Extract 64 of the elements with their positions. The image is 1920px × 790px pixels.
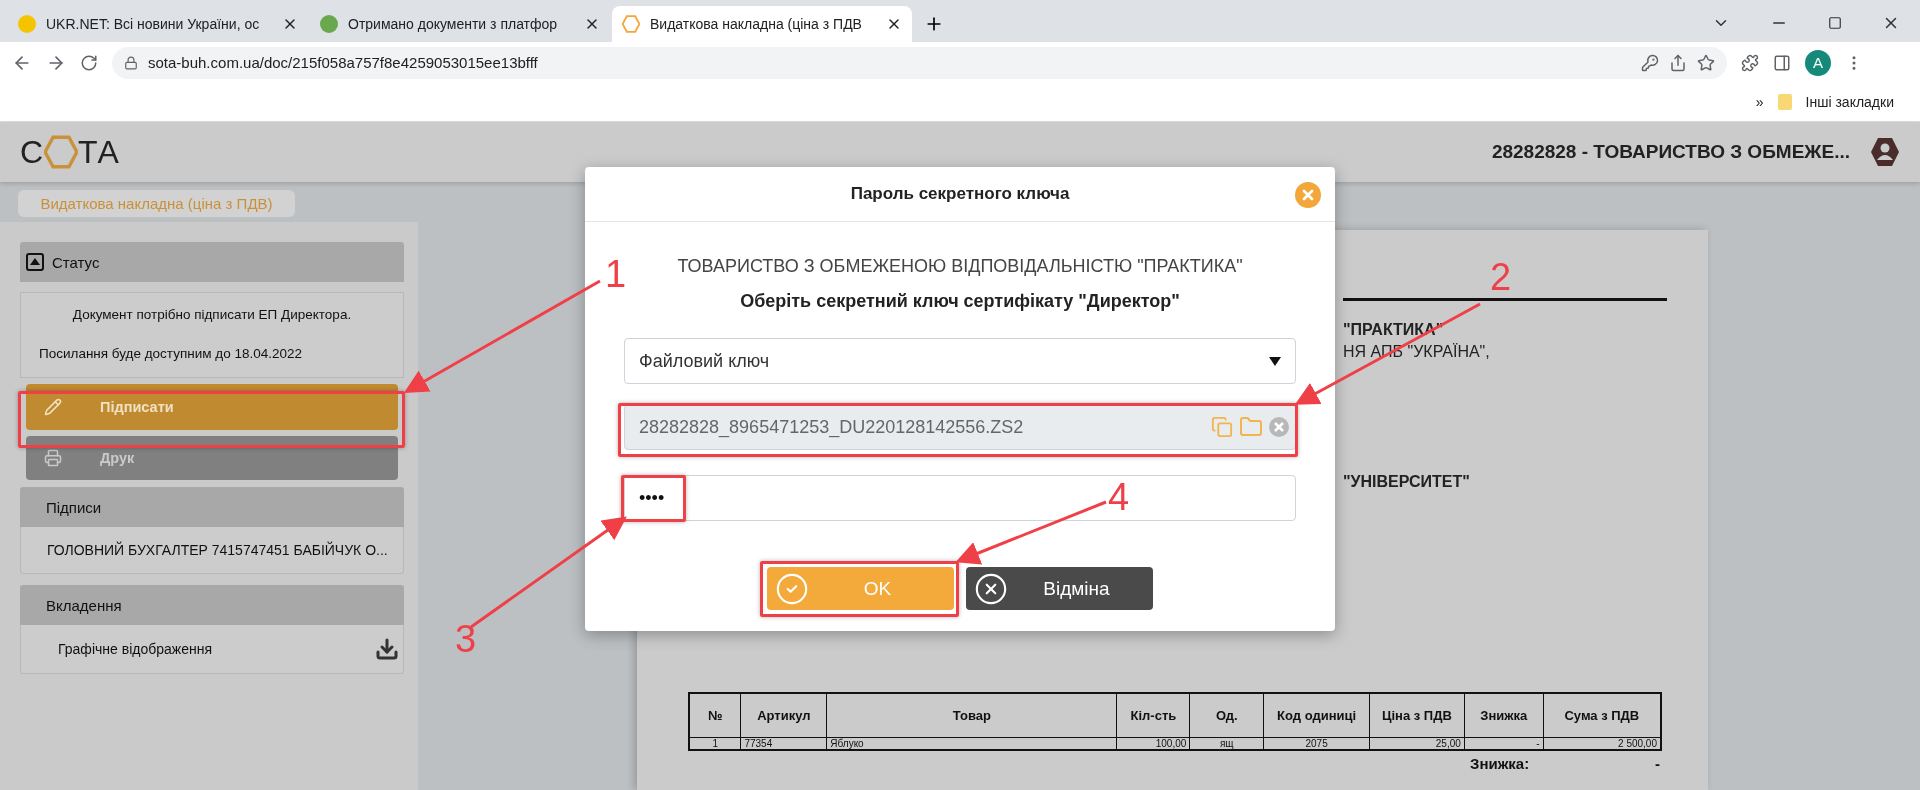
logo-text: С bbox=[20, 133, 45, 171]
dialog-title: Пароль секретного ключа bbox=[850, 184, 1070, 204]
profile-avatar[interactable]: A bbox=[1805, 49, 1831, 76]
column-header: Ціна з ПДВ bbox=[1369, 693, 1465, 737]
highlight-frame bbox=[621, 475, 686, 522]
close-icon bbox=[1300, 187, 1316, 203]
attachment-name[interactable]: Графічне відображення bbox=[58, 641, 212, 657]
site-icon bbox=[320, 14, 338, 33]
pencil-icon bbox=[44, 398, 62, 416]
user-icon[interactable] bbox=[1870, 137, 1900, 167]
section-title: Вкладення bbox=[46, 596, 122, 614]
dialog-prompt: Оберіть секретний ключ сертифікату "Директор" bbox=[740, 291, 1180, 312]
url-text: sota-buh.com.ua/doc/215f058a757f8e4259053015ee13bfff bbox=[148, 54, 539, 72]
annotation-number: 2 bbox=[1490, 258, 1512, 296]
column-header: № bbox=[689, 693, 741, 737]
star-icon[interactable] bbox=[1697, 53, 1715, 72]
status-message: Документ потрібно підписати ЕП Директора. bbox=[71, 307, 353, 322]
download-icon[interactable] bbox=[375, 637, 399, 661]
key-icon[interactable] bbox=[1641, 53, 1659, 72]
address-bar[interactable]: sota-buh.com.ua/doc/215f058a757f8e4259053015ee13bfff bbox=[112, 46, 1727, 79]
column-header: Код одиниці bbox=[1263, 693, 1370, 737]
tab-title: Видаткова накладна (ціна з ПДВ bbox=[650, 15, 863, 32]
discount-label: Знижка: bbox=[1470, 754, 1530, 772]
browser-tab[interactable]: UKR.NET: Всі новини України, ос bbox=[8, 5, 308, 42]
bookmark-folder[interactable]: Інші закладки bbox=[1805, 94, 1894, 111]
column-header: Знижка bbox=[1464, 693, 1544, 737]
check-icon bbox=[775, 571, 809, 606]
section-title: Підписи bbox=[46, 498, 102, 516]
section-title: Статус bbox=[52, 253, 100, 271]
hexagon-icon bbox=[622, 14, 640, 33]
bookmarks-overflow[interactable]: » bbox=[1755, 94, 1764, 111]
site-icon bbox=[18, 14, 36, 33]
hexagon-icon bbox=[44, 135, 79, 169]
cancel-button[interactable]: Відміна bbox=[966, 567, 1153, 610]
company-name: 28282828 - ТОВАРИСТВО З ОБМЕЖЕ... bbox=[1491, 141, 1850, 163]
annotation-number: 1 bbox=[605, 255, 627, 293]
column-header: Од. bbox=[1189, 693, 1264, 737]
annotation-number: 4 bbox=[1108, 478, 1130, 516]
signature-entry: ГОЛОВНИЙ БУХГАЛТЕР 7415747451 БАБІЙЧУК О... bbox=[47, 542, 388, 558]
discount-value: - bbox=[1655, 754, 1660, 772]
collapse-icon[interactable] bbox=[26, 253, 44, 271]
share-icon[interactable] bbox=[1669, 53, 1687, 72]
reload-icon[interactable] bbox=[80, 53, 98, 72]
link-expiry-note: Посилання буде доступним до 18.04.2022 bbox=[39, 346, 303, 361]
close-icon bbox=[974, 571, 1008, 606]
tab-title: Отримано документи з платфор bbox=[348, 15, 559, 32]
logo-text: ТА bbox=[78, 133, 120, 171]
section-header[interactable]: Статус bbox=[20, 242, 404, 282]
browser-tab[interactable]: Видаткова накладна (ціна з ПДВ bbox=[612, 5, 912, 42]
tab-title: UKR.NET: Всі новини України, ос bbox=[46, 15, 261, 32]
annotation-number: 3 bbox=[455, 620, 477, 658]
lock-icon bbox=[124, 55, 138, 70]
browser-tab[interactable]: Отримано документи з платфор bbox=[310, 5, 610, 42]
key-type-select[interactable]: Файловий ключ bbox=[624, 338, 1296, 384]
column-header: Артикул bbox=[740, 693, 827, 737]
maximize-icon[interactable] bbox=[1828, 15, 1842, 30]
side-panel-icon[interactable] bbox=[1773, 53, 1791, 72]
company-name: ТОВАРИСТВО З ОБМЕЖЕНОЮ ВІДПОВІДАЛЬНІСТЮ "ПРАКТИКА" bbox=[677, 256, 1243, 277]
extensions-icon[interactable] bbox=[1741, 53, 1759, 72]
folder-icon bbox=[1777, 94, 1792, 111]
document-text: "УНІВЕРСИТЕТ" bbox=[1343, 473, 1471, 491]
column-header: Кіл-сть bbox=[1116, 693, 1190, 737]
printer-icon bbox=[44, 449, 62, 467]
column-header: Товар bbox=[826, 693, 1117, 737]
